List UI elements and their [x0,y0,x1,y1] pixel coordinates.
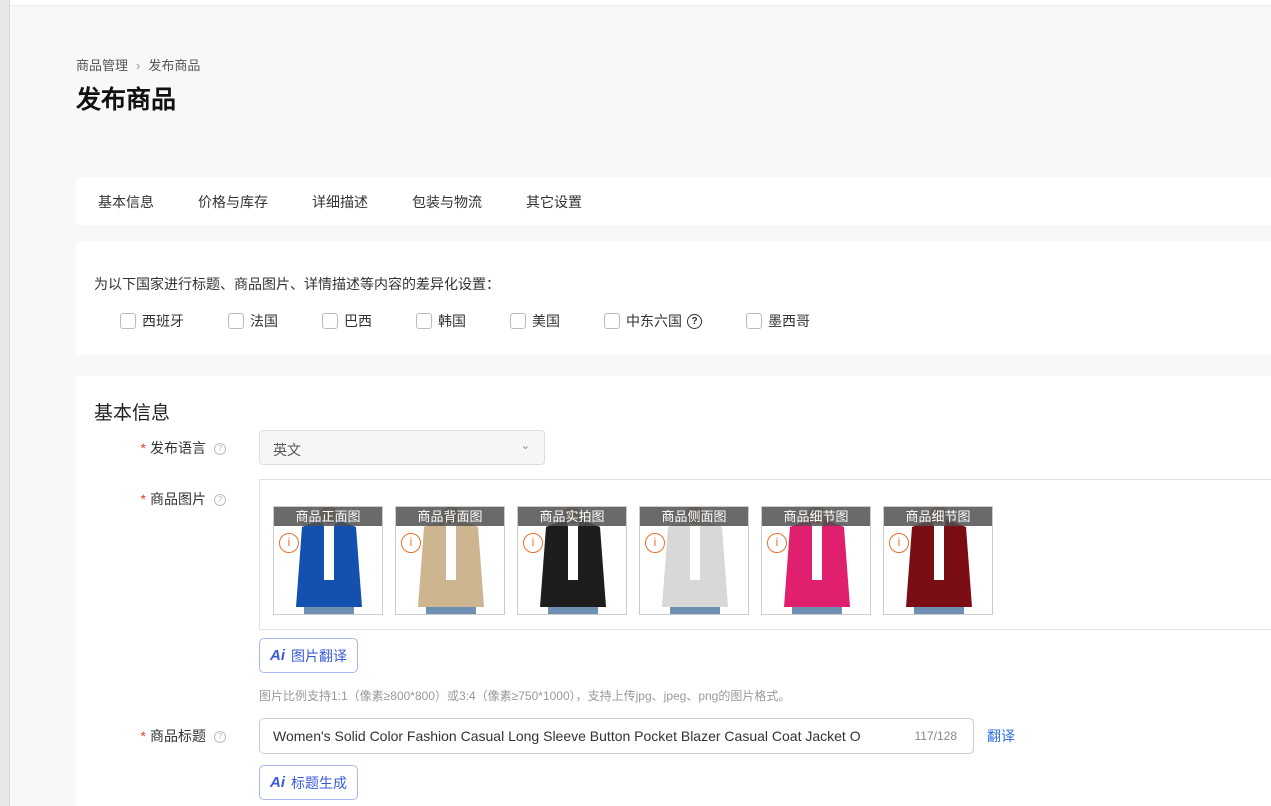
checkbox[interactable] [416,313,432,329]
breadcrumb-current: 发布商品 [148,58,201,73]
image-caption: 商品细节图 [762,507,870,526]
title-generate-button[interactable]: Ai 标题生成 [259,765,358,800]
section-tabs: 基本信息 价格与库存 详细描述 包装与物流 其它设置 [76,178,1271,225]
tab-basic-info[interactable]: 基本信息 [98,192,154,212]
language-select[interactable]: 英文 ⌄ [259,430,545,465]
country-label: 法国 [250,313,278,329]
title-label: * 商品标题? [76,726,226,746]
product-title-input[interactable]: Women's Solid Color Fashion Casual Long … [259,718,974,754]
checkbox[interactable] [322,313,338,329]
image-caption: 商品实拍图 [518,507,626,526]
image-caption: 商品正面图 [274,507,382,526]
tab-description[interactable]: 详细描述 [312,192,368,212]
image-caption: 商品侧面图 [640,507,748,526]
country-checkbox[interactable]: 墨西哥 [746,311,810,331]
checkbox[interactable] [510,313,526,329]
tab-other[interactable]: 其它设置 [526,192,582,212]
country-label: 韩国 [438,313,466,329]
country-label: 巴西 [344,313,372,329]
tab-packaging[interactable]: 包装与物流 [412,192,482,212]
chevron-down-icon: ⌄ [520,440,530,452]
product-image-thumb[interactable]: 商品侧面图 i [639,506,749,615]
country-checkbox[interactable]: 法国 [228,311,278,331]
country-label: 西班牙 [142,313,184,329]
chevron-right-icon: › [136,58,141,73]
image-upload-area: 商品正面图 i 商品背面图 i 商品实拍图 i 商品侧面图 i 商品细节图 i 商品细节图 i [259,479,1271,630]
image-caption: 商品细节图 [884,507,992,526]
tab-price-stock[interactable]: 价格与库存 [198,192,268,212]
country-checkbox[interactable]: 美国 [510,311,560,331]
help-icon: ? [214,731,226,744]
country-checkbox[interactable]: 中东六国? [604,311,702,331]
translate-link[interactable]: 翻译 [987,726,1015,746]
top-bar [10,0,1271,6]
country-settings-card: 为以下国家进行标题、商品图片、详情描述等内容的差异化设置： 西班牙 法国 巴西 韩国 美… [76,242,1271,355]
basic-info-card: 基本信息 * 发布语言? 英文 ⌄ * 商品图片? 商品正面图 i 商品背面图 i 商品实拍图… [76,376,1271,806]
page-title: 发布商品 [76,86,177,114]
help-icon: ? [214,443,226,456]
country-checkbox[interactable]: 韩国 [416,311,466,331]
product-image-thumb[interactable]: 商品实拍图 i [517,506,627,615]
breadcrumb: 商品管理 › 发布商品 [76,55,200,74]
char-count: 117/128 [908,729,957,743]
help-icon: ? [214,494,226,507]
product-image-thumb[interactable]: 商品正面图 i [273,506,383,615]
ai-icon: Ai [270,774,285,791]
country-settings-label: 为以下国家进行标题、商品图片、详情描述等内容的差异化设置： [94,276,500,292]
country-checkbox[interactable]: 西班牙 [120,311,184,331]
checkbox[interactable] [604,313,620,329]
product-image-thumb[interactable]: 商品细节图 i [761,506,871,615]
left-edge [0,0,10,806]
checkbox[interactable] [120,313,136,329]
info-icon[interactable]: i [401,533,421,553]
country-label: 美国 [532,313,560,329]
product-image-thumb[interactable]: 商品背面图 i [395,506,505,615]
image-format-note: 图片比例支持1:1（像素≥800*800）或3:4（像素≥750*1000），支… [259,689,791,703]
country-label: 墨西哥 [768,313,810,329]
checkbox[interactable] [746,313,762,329]
section-title: 基本信息 [94,403,171,424]
info-icon[interactable]: i [767,533,787,553]
country-checkbox[interactable]: 巴西 [322,311,372,331]
image-translate-button[interactable]: Ai 图片翻译 [259,638,358,673]
checkbox[interactable] [228,313,244,329]
ai-icon: Ai [270,647,285,664]
info-icon[interactable]: i [279,533,299,553]
images-label: * 商品图片? [76,489,226,509]
breadcrumb-parent[interactable]: 商品管理 [76,58,128,73]
language-label: * 发布语言? [76,438,226,458]
info-icon[interactable]: i [523,533,543,553]
product-image-thumb[interactable]: 商品细节图 i [883,506,993,615]
country-label: 中东六国 [626,313,682,329]
help-circle-icon[interactable]: ? [687,313,702,329]
info-icon[interactable]: i [889,533,909,553]
image-caption: 商品背面图 [396,507,504,526]
info-icon[interactable]: i [645,533,665,553]
